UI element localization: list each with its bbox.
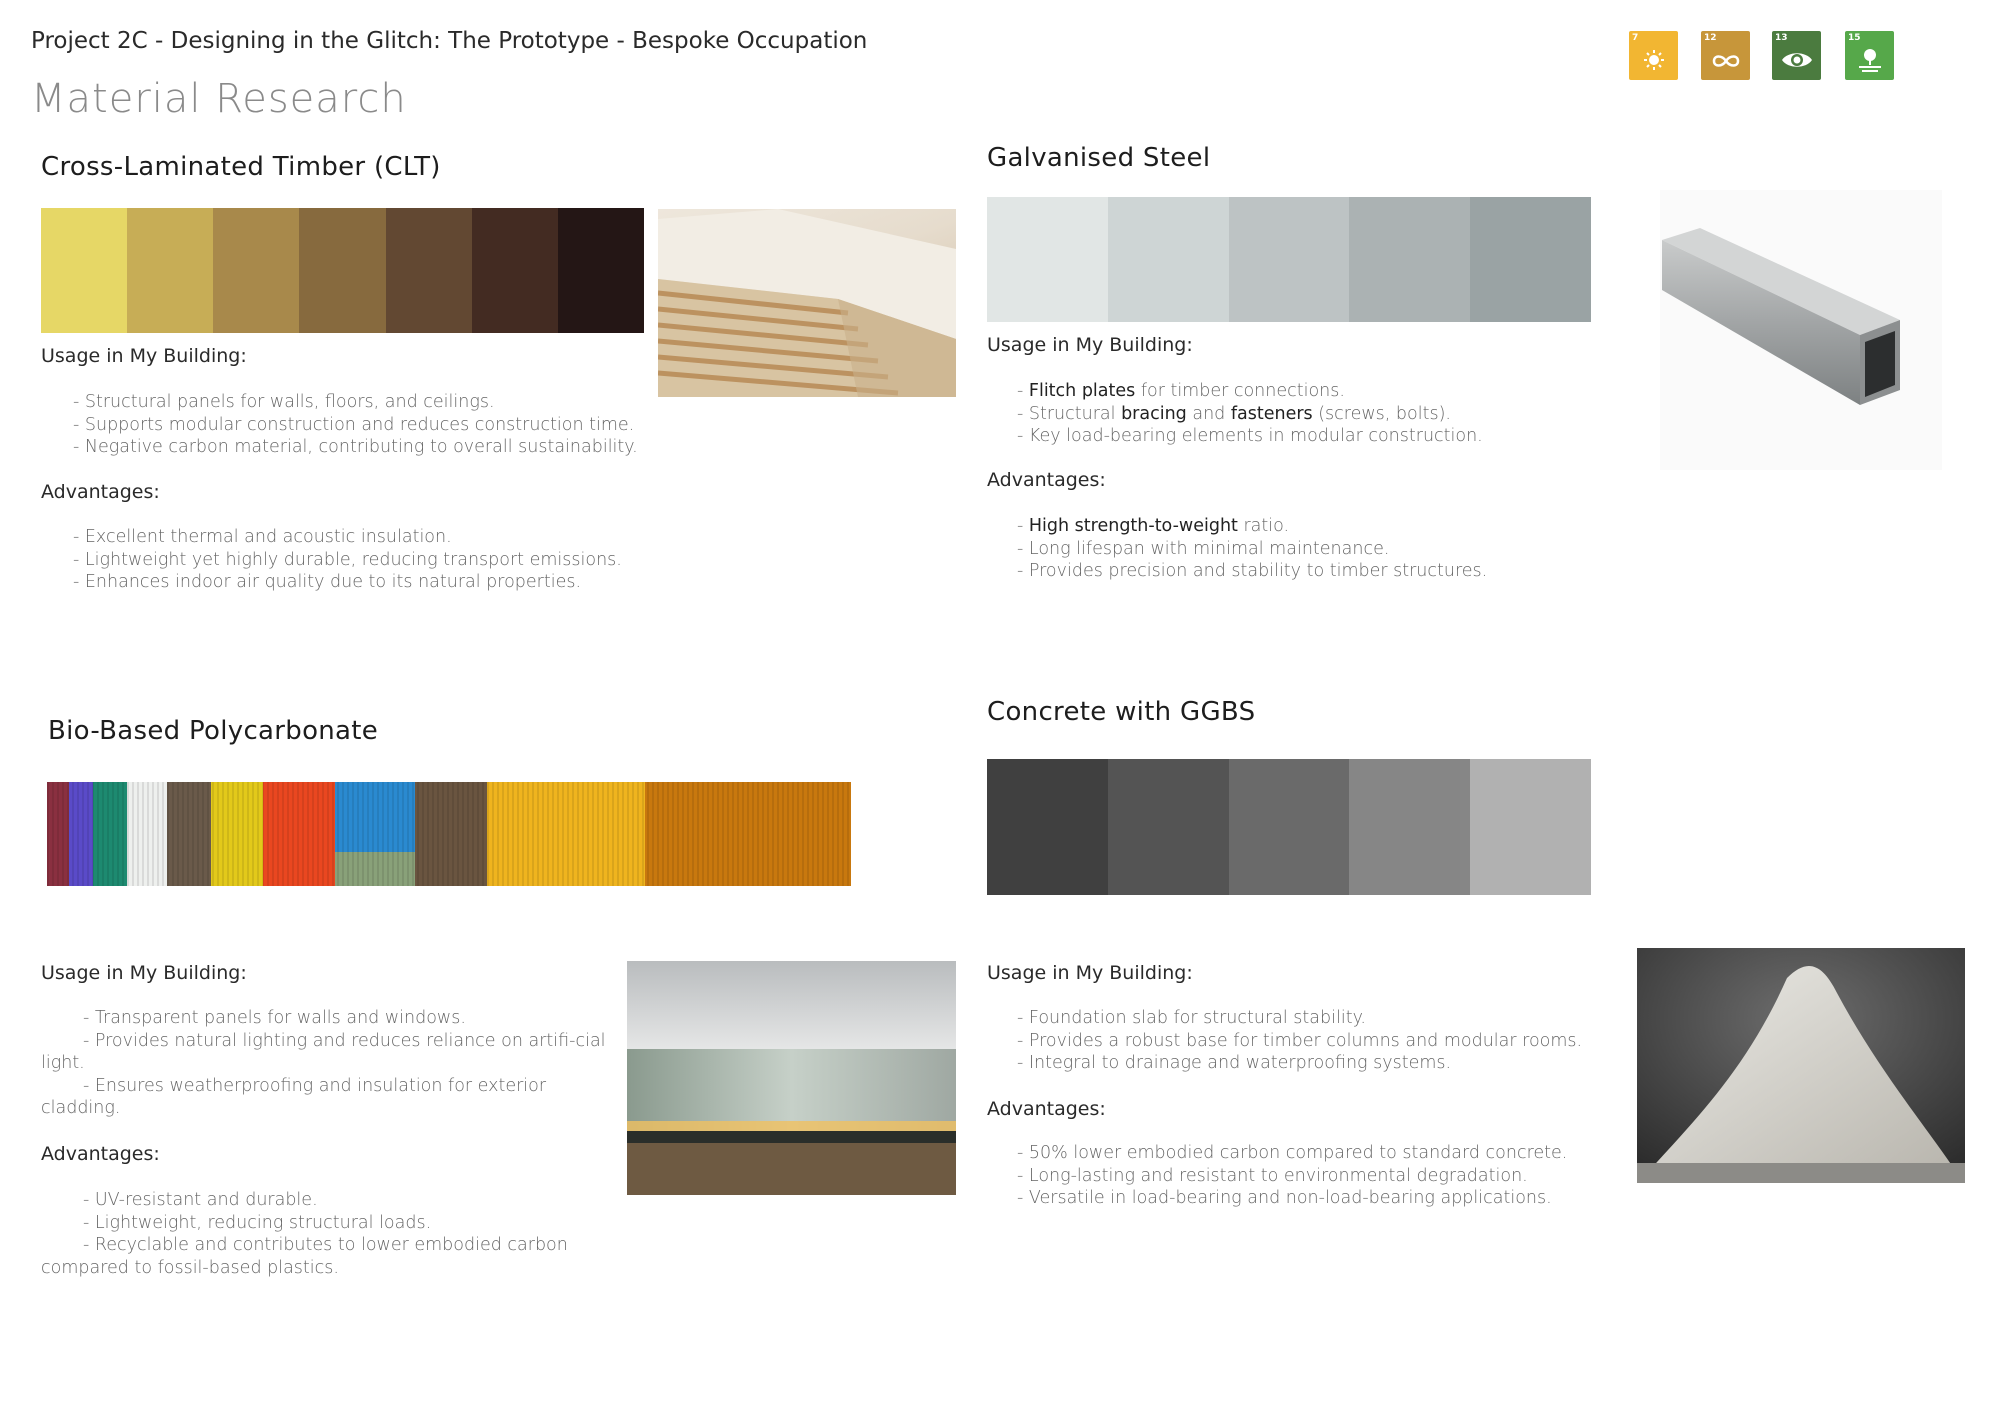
clt-usage-label: Usage in My Building: — [41, 345, 247, 367]
color-swatch — [557, 208, 644, 333]
eye-globe-icon — [1782, 53, 1812, 67]
list-item: - UV-resistant and durable. — [83, 1190, 318, 1210]
concrete-usage-label: Usage in My Building: — [987, 962, 1193, 984]
color-swatch — [1470, 759, 1591, 895]
color-swatch — [41, 208, 128, 333]
page-title: Material Research — [31, 76, 407, 122]
steel-usage-label: Usage in My Building: — [987, 334, 1193, 356]
list-item: - Transparent panels for walls and windo… — [83, 1008, 466, 1028]
list-item: - Key load-bearing elements in modular c… — [1017, 426, 1483, 446]
list-item: - Structural bracing and fasteners (scre… — [1017, 403, 1451, 424]
concrete-color-palette — [987, 759, 1591, 895]
concrete-title: Concrete with GGBS — [987, 697, 1256, 727]
poly-advantages-label: Advantages: — [41, 1143, 160, 1165]
color-swatch — [987, 759, 1108, 895]
list-item: - Lightweight, reducing structural loads… — [83, 1212, 432, 1233]
color-swatch — [1470, 197, 1591, 322]
list-item: - Structural panels for walls, floors, a… — [73, 392, 495, 412]
list-item: - Provides a robust base for timber colu… — [1017, 1030, 1583, 1051]
tree-icon — [1859, 49, 1881, 72]
clt-usage-list: - Structural panels for walls, floors, a… — [73, 391, 638, 459]
poly-color-strip — [47, 782, 851, 886]
sdg-15-icon: 15 — [1845, 31, 1894, 80]
list-item: - Foundation slab for structural stabili… — [1017, 1008, 1366, 1028]
sun-icon — [1644, 50, 1664, 70]
color-swatch — [987, 197, 1108, 322]
poly-advantages-list: - UV-resistant and durable. - Lightweigh… — [41, 1189, 611, 1279]
steel-advantages-label: Advantages: — [987, 469, 1106, 491]
steel-tube-photo — [1660, 190, 1942, 470]
project-title: Project 2C - Designing in the Glitch: Th… — [31, 28, 868, 54]
poly-usage-list: - Transparent panels for walls and windo… — [41, 1007, 611, 1120]
clt-color-palette — [41, 208, 644, 333]
clt-advantages-list: - Excellent thermal and acoustic insulat… — [73, 526, 622, 594]
steel-usage-list: - Flitch plates for timber connections. … — [1017, 380, 1483, 448]
list-item: - Enhances indoor air quality due to its… — [73, 572, 582, 592]
infinity-icon — [1712, 55, 1740, 67]
sdg-13-icon: 13 — [1772, 31, 1821, 80]
list-item: - Provides precision and stability to ti… — [1017, 561, 1488, 581]
concrete-usage-list: - Foundation slab for structural stabili… — [1017, 1007, 1582, 1075]
color-swatch — [1107, 759, 1229, 895]
color-swatch — [1228, 197, 1350, 322]
clt-photo — [658, 209, 956, 397]
clt-advantages-label: Advantages: — [41, 481, 160, 503]
list-item: - Negative carbon material, contributing… — [73, 437, 638, 457]
steel-color-palette — [987, 197, 1591, 322]
list-item: - Long lifespan with minimal maintenance… — [1017, 538, 1390, 559]
list-item: - Versatile in load-bearing and non-load… — [1017, 1188, 1552, 1208]
list-item: - Lightweight yet highly durable, reduci… — [73, 549, 622, 570]
color-swatch — [213, 208, 300, 333]
color-swatch — [1349, 197, 1471, 322]
color-swatch — [127, 208, 214, 333]
poly-title: Bio-Based Polycarbonate — [48, 716, 379, 746]
list-item: - High strength-to-weight ratio. — [1017, 516, 1290, 536]
steel-title: Galvanised Steel — [987, 143, 1211, 173]
color-swatch — [1107, 197, 1229, 322]
list-item: - 50% lower embodied carbon compared to … — [1017, 1143, 1568, 1163]
poly-usage-label: Usage in My Building: — [41, 962, 247, 984]
list-item: - Integral to drainage and waterproofing… — [1017, 1053, 1452, 1073]
list-item: - Excellent thermal and acoustic insulat… — [73, 527, 452, 547]
sdg-7-icon: 7 — [1629, 31, 1678, 80]
polycarbonate-building-photo — [627, 961, 956, 1195]
color-swatch — [1349, 759, 1471, 895]
list-item: - Flitch plates for timber connections. — [1017, 381, 1345, 401]
list-item: - Long-lasting and resistant to environm… — [1017, 1165, 1528, 1186]
steel-advantages-list: - High strength-to-weight ratio. - Long … — [1017, 515, 1487, 583]
concrete-advantages-list: - 50% lower embodied carbon compared to … — [1017, 1142, 1567, 1210]
list-item: - Ensures weatherproofing and insulation… — [41, 1075, 547, 1119]
color-swatch — [1228, 759, 1350, 895]
clt-title: Cross-Laminated Timber (CLT) — [41, 152, 441, 182]
color-swatch — [385, 208, 472, 333]
list-item: - Recyclable and contributes to lower em… — [41, 1235, 568, 1278]
ggbs-powder-photo — [1637, 948, 1965, 1183]
list-item: - Provides natural lighting and reduces … — [41, 1030, 606, 1074]
sdg-12-icon: 12 — [1701, 31, 1750, 80]
concrete-advantages-label: Advantages: — [987, 1098, 1106, 1120]
color-swatch — [299, 208, 386, 333]
color-swatch — [471, 208, 558, 333]
list-item: - Supports modular construction and redu… — [73, 414, 635, 435]
